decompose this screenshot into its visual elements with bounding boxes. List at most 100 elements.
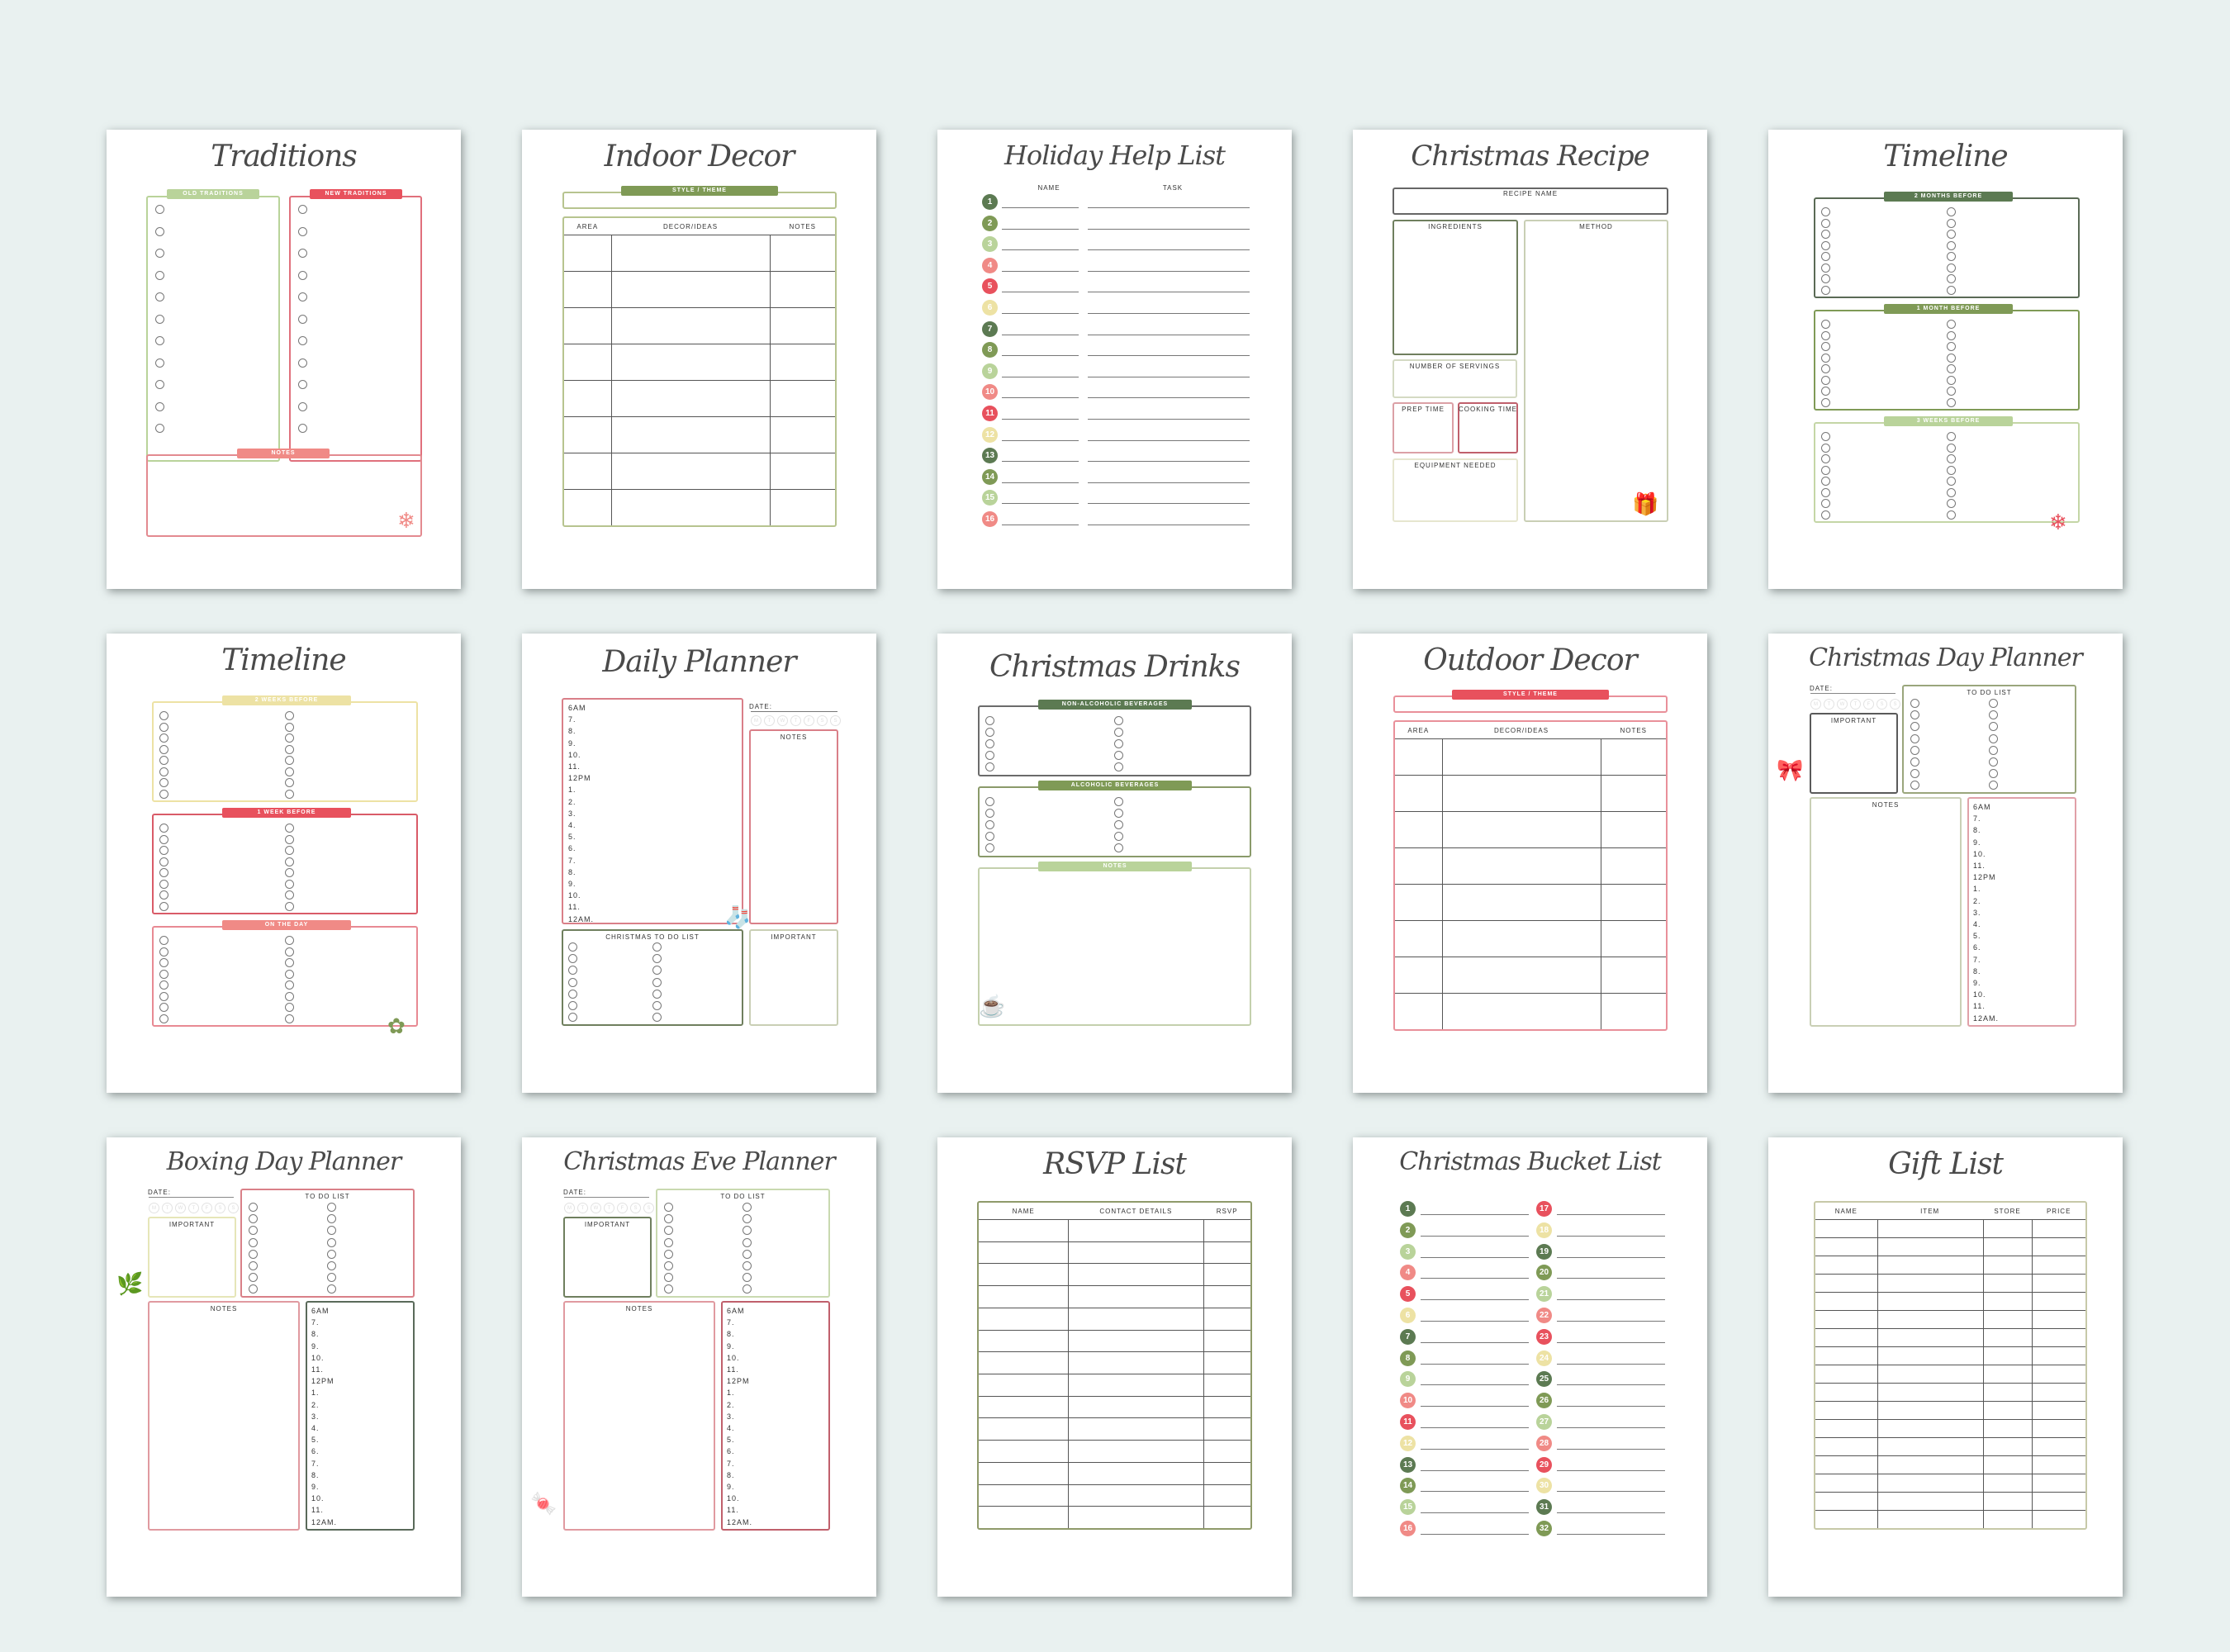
checkbox[interactable] bbox=[298, 292, 307, 301]
checkbox[interactable] bbox=[159, 1014, 168, 1023]
weekday-circle[interactable]: T bbox=[1850, 699, 1861, 710]
weekday-circle[interactable]: T bbox=[188, 1203, 199, 1213]
checkbox[interactable] bbox=[1114, 762, 1123, 771]
checkbox[interactable] bbox=[1947, 230, 1956, 239]
checkbox[interactable] bbox=[159, 711, 168, 720]
notes-box[interactable] bbox=[148, 1301, 300, 1531]
checkbox[interactable] bbox=[1114, 797, 1123, 806]
weekday-circle[interactable]: M bbox=[1810, 699, 1821, 710]
checkbox[interactable] bbox=[568, 977, 577, 987]
planner-page[interactable]: Christmas Recipe RECIPE NAME INGREDIENTS ME… bbox=[1353, 130, 1707, 589]
checkbox[interactable] bbox=[285, 767, 294, 776]
checkbox[interactable] bbox=[298, 314, 307, 324]
checkbox[interactable] bbox=[1910, 757, 1919, 767]
weekday-circle[interactable]: W bbox=[591, 1203, 601, 1213]
checkbox[interactable] bbox=[1114, 843, 1123, 852]
weekday-circle[interactable]: W bbox=[777, 715, 788, 726]
checkbox[interactable] bbox=[1821, 443, 1830, 453]
checkbox[interactable] bbox=[159, 756, 168, 765]
planner-page[interactable]: Christmas Drinks NON-ALCOHOLIC BEVERAGES A… bbox=[937, 634, 1292, 1093]
checkbox[interactable] bbox=[285, 756, 294, 765]
checkbox[interactable] bbox=[568, 1001, 577, 1010]
checkbox[interactable] bbox=[1947, 274, 1956, 283]
checkbox[interactable] bbox=[298, 226, 307, 236]
checkbox[interactable] bbox=[1821, 285, 1830, 295]
checkbox[interactable] bbox=[1989, 745, 1998, 755]
weekday-circle[interactable]: T bbox=[1824, 699, 1834, 710]
checkbox[interactable] bbox=[155, 205, 164, 214]
checkbox[interactable] bbox=[664, 1261, 673, 1270]
planner-page[interactable]: Christmas Eve Planner DATE: M T W T F S S IMPORTA… bbox=[522, 1137, 876, 1597]
checkbox[interactable] bbox=[1821, 353, 1830, 363]
notes-box[interactable] bbox=[563, 1301, 715, 1531]
checkbox[interactable] bbox=[1910, 745, 1919, 755]
checkbox[interactable] bbox=[249, 1261, 258, 1270]
checkbox[interactable] bbox=[1114, 820, 1123, 829]
checkbox[interactable] bbox=[985, 820, 994, 829]
checkbox[interactable] bbox=[985, 762, 994, 771]
weekday-circle[interactable]: T bbox=[577, 1203, 588, 1213]
checkbox[interactable] bbox=[1989, 757, 1998, 767]
important-box[interactable] bbox=[749, 929, 838, 1026]
weekday-circle[interactable]: F bbox=[1863, 699, 1874, 710]
weekday-circle[interactable]: S bbox=[630, 1203, 641, 1213]
checkbox[interactable] bbox=[1947, 499, 1956, 508]
checkbox[interactable] bbox=[159, 958, 168, 967]
checkbox[interactable] bbox=[159, 901, 168, 911]
checkbox[interactable] bbox=[1947, 375, 1956, 385]
checkbox[interactable] bbox=[1821, 364, 1830, 373]
checkbox[interactable] bbox=[664, 1203, 673, 1212]
checkbox[interactable] bbox=[743, 1249, 752, 1259]
checkbox[interactable] bbox=[155, 226, 164, 236]
checkbox[interactable] bbox=[285, 711, 294, 720]
checkbox[interactable] bbox=[298, 380, 307, 389]
checkbox[interactable] bbox=[298, 249, 307, 258]
planner-page[interactable]: Christmas Day Planner DATE: M T W T F S S IMPORTA… bbox=[1768, 634, 2123, 1093]
checkbox[interactable] bbox=[159, 744, 168, 754]
weekday-circle[interactable]: S bbox=[643, 1203, 654, 1213]
planner-page[interactable]: Timeline 2 MONTHS BEFORE 1 MONTH BEFORE 3 W… bbox=[1768, 130, 2123, 589]
checkbox[interactable] bbox=[1947, 263, 1956, 273]
checkbox[interactable] bbox=[652, 1001, 662, 1010]
notes-box[interactable] bbox=[1810, 797, 1962, 1027]
checkbox[interactable] bbox=[159, 722, 168, 732]
checkbox[interactable] bbox=[1114, 716, 1123, 725]
checkbox[interactable] bbox=[1821, 387, 1830, 396]
checkbox[interactable] bbox=[155, 249, 164, 258]
planner-page[interactable]: Boxing Day Planner DATE: M T W T F S S IMPORTANT T… bbox=[107, 1137, 461, 1597]
planner-page[interactable]: Outdoor Decor STYLE / THEME AREA DECOR/IDEA… bbox=[1353, 634, 1707, 1093]
weekday-circle[interactable]: M bbox=[751, 715, 762, 726]
checkbox[interactable] bbox=[1947, 364, 1956, 373]
checkbox[interactable] bbox=[985, 832, 994, 841]
checkbox[interactable] bbox=[298, 336, 307, 345]
checkbox[interactable] bbox=[1947, 285, 1956, 295]
checkbox[interactable] bbox=[568, 942, 577, 952]
checkbox[interactable] bbox=[743, 1203, 752, 1212]
checkbox[interactable] bbox=[1821, 510, 1830, 520]
checkbox[interactable] bbox=[1947, 207, 1956, 216]
checkbox[interactable] bbox=[1947, 454, 1956, 463]
checkbox[interactable] bbox=[664, 1249, 673, 1259]
checkbox[interactable] bbox=[1821, 342, 1830, 351]
checkbox[interactable] bbox=[1947, 443, 1956, 453]
checkbox[interactable] bbox=[155, 424, 164, 433]
checkbox[interactable] bbox=[985, 751, 994, 760]
checkbox[interactable] bbox=[1821, 375, 1830, 385]
important-box[interactable] bbox=[148, 1217, 236, 1298]
checkbox[interactable] bbox=[285, 936, 294, 945]
checkbox[interactable] bbox=[1947, 432, 1956, 441]
checkbox[interactable] bbox=[1821, 230, 1830, 239]
checkbox[interactable] bbox=[155, 380, 164, 389]
weekday-circle[interactable]: F bbox=[617, 1203, 628, 1213]
checkbox[interactable] bbox=[285, 744, 294, 754]
checkbox[interactable] bbox=[1114, 809, 1123, 818]
checkbox[interactable] bbox=[159, 857, 168, 866]
checkbox[interactable] bbox=[1947, 218, 1956, 228]
checkbox[interactable] bbox=[985, 739, 994, 748]
checkbox[interactable] bbox=[155, 314, 164, 324]
checkbox[interactable] bbox=[285, 958, 294, 967]
checkbox[interactable] bbox=[285, 733, 294, 743]
checkbox[interactable] bbox=[1114, 739, 1123, 748]
checkbox[interactable] bbox=[985, 843, 994, 852]
planner-page[interactable]: Traditions OLD TRADITIONS NEW TRADITIONS NO… bbox=[107, 130, 461, 589]
